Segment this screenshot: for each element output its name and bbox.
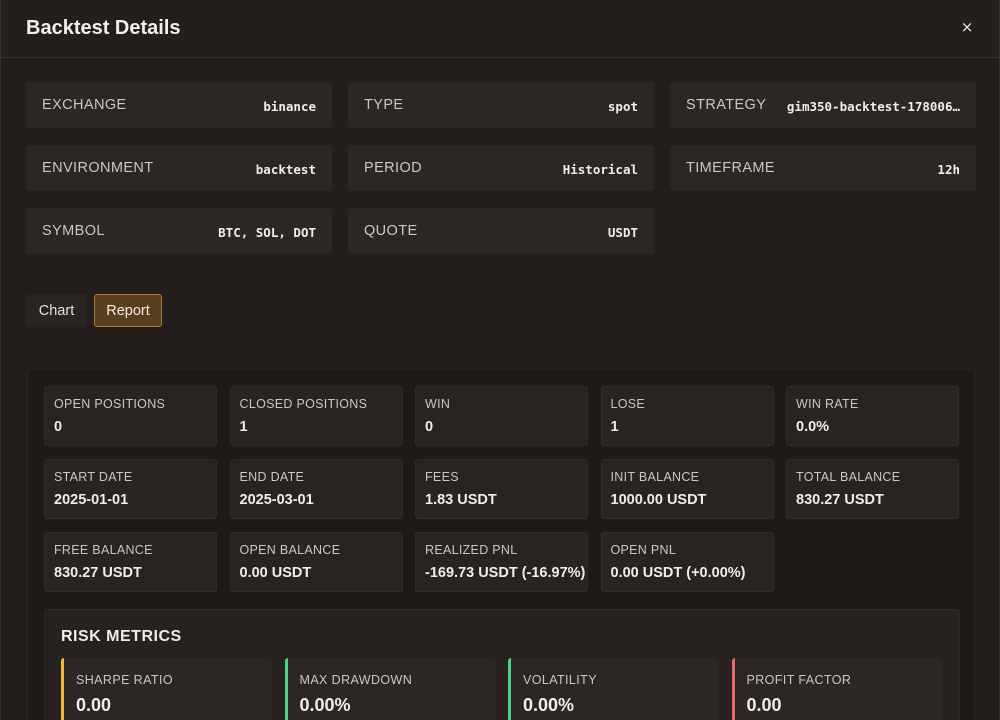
stat-label: OPEN POSITIONS xyxy=(54,397,166,411)
stat-label: OPEN BALANCE xyxy=(239,543,341,557)
risk-sharpe-ratio: SHARPE RATIO 0.00 xyxy=(61,658,272,720)
stat-value: 1 xyxy=(239,419,248,435)
stat-value: 0.0% xyxy=(796,419,830,435)
close-icon[interactable]: × xyxy=(959,19,975,35)
stat-value: 830.27 USDT xyxy=(54,565,142,581)
risk-profit-factor: PROFIT FACTOR 0.00 xyxy=(731,658,943,720)
stat-label: FREE BALANCE xyxy=(54,543,153,557)
stat-value: 0 xyxy=(54,419,63,435)
stat-closed-positions: CLOSED POSITIONS 1 xyxy=(229,386,403,446)
risk-value: 0.00 xyxy=(76,695,112,715)
stat-label: TOTAL BALANCE xyxy=(796,470,901,484)
risk-value: 0.00% xyxy=(523,695,575,715)
risk-value: 0.00 xyxy=(746,695,782,715)
risk-max-drawdown: MAX DRAWDOWN 0.00% xyxy=(284,658,496,720)
view-tabs: Chart Report xyxy=(26,294,162,327)
risk-metrics-title: RISK METRICS xyxy=(61,628,182,645)
stat-init-balance: INIT BALANCE 1000.00 USDT xyxy=(600,459,774,519)
info-period: PERIOD Historical xyxy=(348,145,654,191)
stat-label: LOSE xyxy=(610,397,646,411)
stat-value: 1000.00 USDT xyxy=(610,492,707,508)
stat-open-balance: OPEN BALANCE 0.00 USDT xyxy=(229,532,403,592)
stat-value: 2025-01-01 xyxy=(54,492,129,508)
info-label: TIMEFRAME xyxy=(686,159,775,176)
info-strategy: STRATEGY gim350-backtest-178006… xyxy=(670,82,976,128)
info-environment: ENVIRONMENT backtest xyxy=(26,145,332,191)
info-quote: QUOTE USDT xyxy=(348,208,654,254)
stat-label: REALIZED PNL xyxy=(425,543,518,557)
stat-win-rate: WIN RATE 0.0% xyxy=(786,386,959,446)
stat-open-pnl: OPEN PNL 0.00 USDT (+0.00%) xyxy=(600,532,774,592)
info-symbol: SYMBOL BTC, SOL, DOT xyxy=(26,208,332,254)
stat-label: WIN xyxy=(425,397,451,411)
info-label: SYMBOL xyxy=(42,222,105,239)
stat-value: 830.27 USDT xyxy=(796,492,884,508)
info-value: USDT xyxy=(607,224,638,240)
backtest-details-modal: Backtest Details × EXCHANGE binance TYPE… xyxy=(0,0,1000,720)
stats-grid: OPEN POSITIONS 0 CLOSED POSITIONS 1 WIN … xyxy=(44,386,959,592)
stat-end-date: END DATE 2025-03-01 xyxy=(229,459,403,519)
info-value: binance xyxy=(263,98,316,114)
info-label: PERIOD xyxy=(364,159,422,176)
modal-header: Backtest Details × xyxy=(1,0,999,58)
info-label: QUOTE xyxy=(364,222,418,239)
risk-metrics-cards: SHARPE RATIO 0.00 MAX DRAWDOWN 0.00% VOL… xyxy=(61,658,943,720)
risk-value: 0.00% xyxy=(299,695,351,715)
stat-label: INIT BALANCE xyxy=(610,470,700,484)
risk-metrics-section: RISK METRICS SHARPE RATIO 0.00 MAX DRAWD… xyxy=(44,609,960,720)
stat-total-balance: TOTAL BALANCE 830.27 USDT xyxy=(786,459,959,519)
info-value: 12h xyxy=(937,161,960,177)
stat-realized-pnl: REALIZED PNL -169.73 USDT (-16.97%) xyxy=(415,532,588,592)
info-exchange: EXCHANGE binance xyxy=(26,82,332,128)
info-type: TYPE spot xyxy=(348,82,654,128)
info-timeframe: TIMEFRAME 12h xyxy=(670,145,976,191)
stat-label: CLOSED POSITIONS xyxy=(239,397,368,411)
stat-lose: LOSE 1 xyxy=(600,386,774,446)
stat-value: -169.73 USDT (-16.97%) xyxy=(425,565,586,581)
stat-start-date: START DATE 2025-01-01 xyxy=(44,459,217,519)
info-value: spot xyxy=(607,98,638,114)
stat-label: FEES xyxy=(425,470,459,484)
stat-value: 0 xyxy=(425,419,434,435)
info-value: gim350-backtest-178006… xyxy=(786,98,960,114)
risk-label: MAX DRAWDOWN xyxy=(299,673,413,687)
tab-report[interactable]: Report xyxy=(94,294,162,327)
stat-win: WIN 0 xyxy=(415,386,588,446)
info-label: ENVIRONMENT xyxy=(42,159,154,176)
stat-value: 0.00 USDT xyxy=(239,565,312,581)
stat-value: 0.00 USDT (+0.00%) xyxy=(610,565,746,581)
stat-label: WIN RATE xyxy=(796,397,859,411)
stat-open-positions: OPEN POSITIONS 0 xyxy=(44,386,217,446)
info-value: backtest xyxy=(255,161,316,177)
info-value: BTC, SOL, DOT xyxy=(218,224,316,240)
info-label: EXCHANGE xyxy=(42,96,127,113)
tab-chart[interactable]: Chart xyxy=(26,294,87,327)
risk-label: SHARPE RATIO xyxy=(76,673,173,687)
stat-label: END DATE xyxy=(239,470,305,484)
info-label: TYPE xyxy=(364,96,404,113)
info-grid: EXCHANGE binance TYPE spot STRATEGY gim3… xyxy=(26,82,976,254)
risk-volatility: VOLATILITY 0.00% xyxy=(508,658,719,720)
stat-value: 2025-03-01 xyxy=(239,492,314,508)
stat-fees: FEES 1.83 USDT xyxy=(415,459,588,519)
report-panel: OPEN POSITIONS 0 CLOSED POSITIONS 1 WIN … xyxy=(27,369,975,720)
stat-value: 1 xyxy=(610,419,619,435)
risk-label: VOLATILITY xyxy=(523,673,597,687)
info-label: STRATEGY xyxy=(686,96,767,113)
info-value: Historical xyxy=(562,161,638,177)
stat-label: OPEN PNL xyxy=(610,543,677,557)
stat-value: 1.83 USDT xyxy=(425,492,497,508)
stat-label: START DATE xyxy=(54,470,133,484)
modal-title: Backtest Details xyxy=(26,17,181,39)
risk-label: PROFIT FACTOR xyxy=(746,673,852,687)
stat-free-balance: FREE BALANCE 830.27 USDT xyxy=(44,532,217,592)
